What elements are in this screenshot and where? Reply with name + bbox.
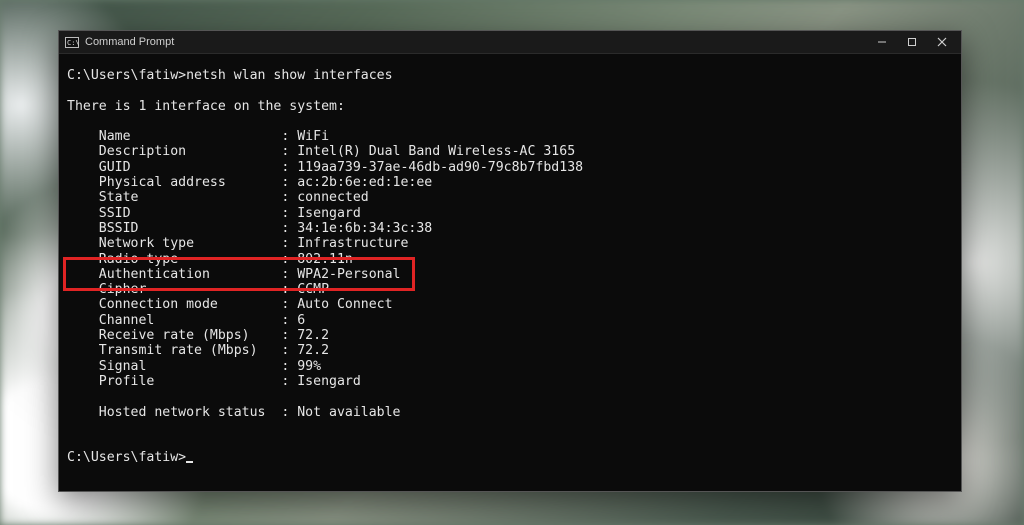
command-prompt-icon: C:\ — [65, 36, 79, 48]
svg-text:C:\: C:\ — [67, 39, 79, 47]
window-title: Command Prompt — [85, 36, 174, 48]
terminal-text: C:\Users\fatiw>netsh wlan show interface… — [67, 68, 583, 420]
terminal-prompt: C:\Users\fatiw> — [67, 450, 186, 465]
window-titlebar[interactable]: C:\ Command Prompt — [59, 31, 961, 54]
maximize-button[interactable] — [897, 32, 927, 52]
window-controls — [867, 32, 957, 52]
terminal-cursor — [186, 461, 193, 463]
close-button[interactable] — [927, 32, 957, 52]
minimize-button[interactable] — [867, 32, 897, 52]
terminal-output-area[interactable]: C:\Users\fatiw>netsh wlan show interface… — [59, 54, 961, 491]
command-prompt-window: C:\ Command Prompt C:\Users\fatiw>netsh … — [58, 30, 962, 492]
